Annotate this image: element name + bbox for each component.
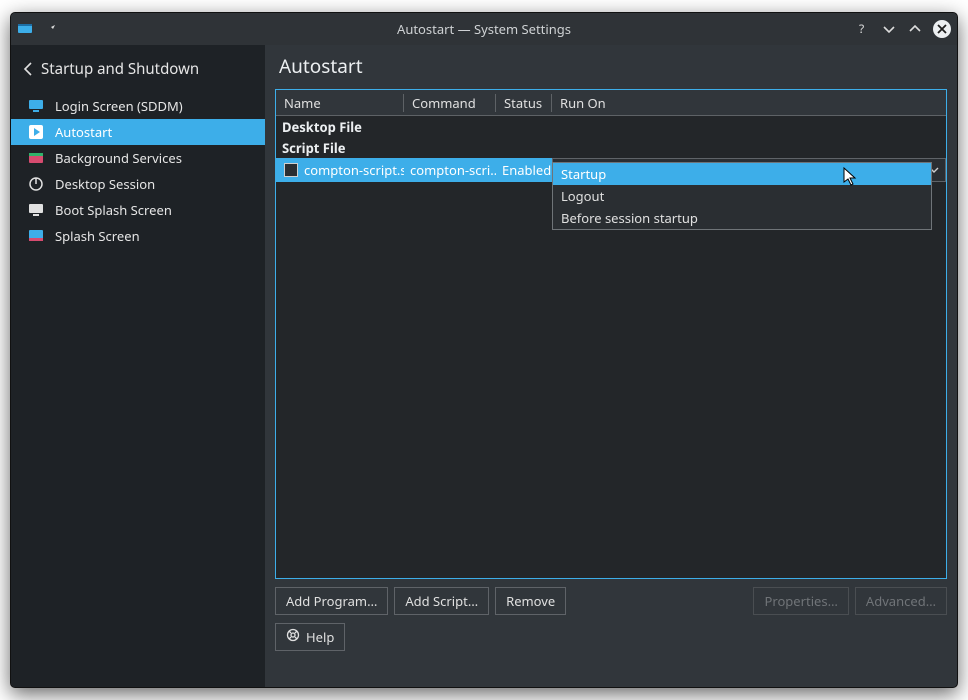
group-script-file[interactable]: Script File	[276, 137, 946, 158]
pin-icon[interactable]	[43, 21, 59, 37]
maximize-icon[interactable]	[907, 21, 923, 37]
monitor-icon	[27, 201, 45, 219]
sidebar-item-label: Desktop Session	[55, 175, 155, 193]
remove-button[interactable]: Remove	[495, 587, 566, 615]
sidebar-item-autostart[interactable]: Autostart	[11, 119, 265, 145]
play-icon	[27, 123, 45, 141]
sidebar-item-label: Background Services	[55, 149, 182, 167]
lifebuoy-icon	[286, 628, 300, 646]
sidebar-item-boot-splash-screen[interactable]: Boot Splash Screen	[11, 197, 265, 223]
titlebar: Autostart — System Settings ?	[11, 13, 957, 45]
services-icon	[27, 149, 45, 167]
body: Startup and Shutdown Login Screen (SDDM)…	[11, 45, 957, 687]
column-runon[interactable]: Run On	[552, 94, 946, 112]
column-status[interactable]: Status	[496, 94, 552, 112]
sidebar-item-login-screen[interactable]: Login Screen (SDDM)	[11, 93, 265, 119]
power-icon	[27, 175, 45, 193]
cell-status: Enabled	[496, 158, 552, 182]
sidebar-item-background-services[interactable]: Background Services	[11, 145, 265, 171]
close-icon[interactable]	[933, 20, 951, 38]
svg-text:?: ?	[859, 22, 864, 36]
sidebar-item-desktop-session[interactable]: Desktop Session	[11, 171, 265, 197]
sidebar: Startup and Shutdown Login Screen (SDDM)…	[11, 45, 265, 687]
sidebar-header-label: Startup and Shutdown	[41, 59, 199, 79]
runon-option-before-session[interactable]: Before session startup	[553, 207, 931, 229]
sidebar-item-label: Splash Screen	[55, 227, 140, 245]
button-row-2: Help	[275, 623, 947, 651]
advanced-button: Advanced…	[855, 587, 947, 615]
runon-option-logout[interactable]: Logout	[553, 185, 931, 207]
group-desktop-file[interactable]: Desktop File	[276, 116, 946, 137]
minimize-icon[interactable]	[881, 21, 897, 37]
sidebar-item-splash-screen[interactable]: Splash Screen	[11, 223, 265, 249]
splash-icon	[27, 227, 45, 245]
row-checkbox[interactable]	[284, 163, 298, 177]
sidebar-item-label: Boot Splash Screen	[55, 201, 172, 219]
cell-command: compton-scri…	[404, 158, 496, 182]
help-button[interactable]: Help	[275, 623, 345, 651]
runon-dropdown: Startup Logout Before session startup	[552, 162, 932, 230]
chevron-left-icon	[23, 62, 33, 76]
monitor-icon	[27, 97, 45, 115]
table-header: Name Command Status Run On	[276, 90, 946, 116]
sidebar-item-label: Login Screen (SDDM)	[55, 97, 183, 115]
app-icon	[17, 21, 33, 37]
page-title: Autostart	[275, 49, 947, 89]
column-command[interactable]: Command	[404, 94, 496, 112]
sidebar-item-label: Autostart	[55, 123, 112, 141]
help-icon[interactable]: ?	[855, 21, 871, 37]
properties-button: Properties…	[753, 587, 848, 615]
autostart-table: Name Command Status Run On Desktop File …	[275, 89, 947, 579]
add-script-button[interactable]: Add Script…	[394, 587, 489, 615]
window: Autostart — System Settings ? Startup an…	[10, 12, 958, 688]
sidebar-back-button[interactable]: Startup and Shutdown	[11, 49, 265, 89]
column-name[interactable]: Name	[276, 94, 404, 112]
window-title: Autostart — System Settings	[11, 20, 957, 38]
button-row-1: Add Program… Add Script… Remove Properti…	[275, 587, 947, 615]
main-panel: Autostart Name Command Status Run On Des…	[265, 45, 957, 687]
add-program-button[interactable]: Add Program…	[275, 587, 388, 615]
runon-option-startup[interactable]: Startup	[553, 163, 931, 185]
